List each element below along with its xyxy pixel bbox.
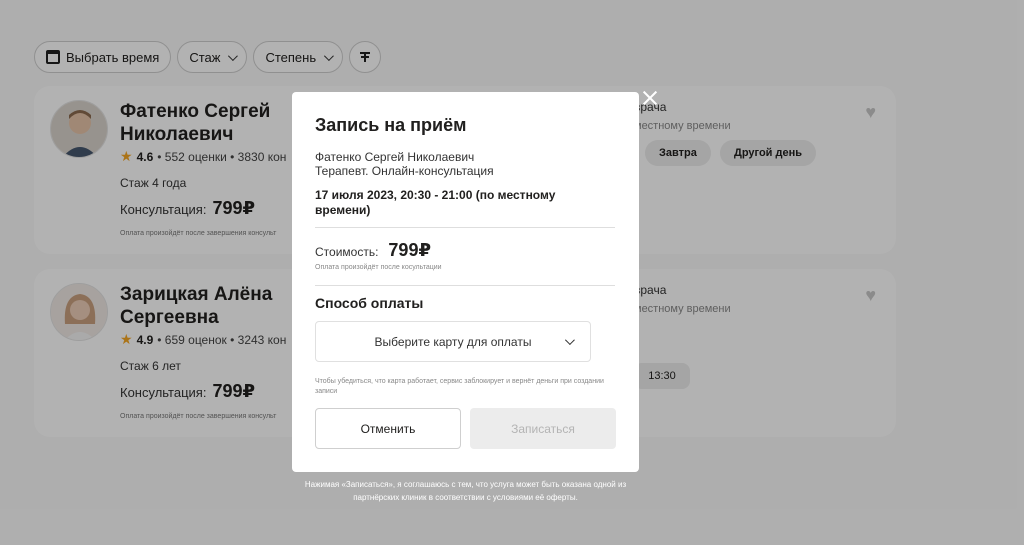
modal-cost: Стоимость: 799₽: [315, 240, 431, 261]
cost-note: Оплата произойдёт после косультации: [315, 264, 442, 271]
modal-title: Запись на приём: [315, 115, 467, 135]
submit-button[interactable]: Записаться: [470, 408, 616, 449]
modal-specialty: Терапевт. Онлайн-консультация: [315, 164, 494, 178]
modal-doctor-name: Фатенко Сергей Николаевич: [315, 150, 475, 164]
payment-method-title: Способ оплаты: [315, 295, 424, 311]
appointment-modal: Запись на приём Фатенко Сергей Николаеви…: [292, 92, 639, 472]
close-icon[interactable]: [641, 89, 659, 107]
divider: [315, 285, 615, 286]
chevron-down-icon: [564, 335, 575, 346]
cost-label: Стоимость:: [315, 245, 379, 259]
card-check-note: Чтобы убедиться, что карта работает, сер…: [315, 378, 604, 395]
card-select-label: Выберите карту для оплаты: [374, 334, 532, 349]
card-select-dropdown[interactable]: Выберите карту для оплаты: [315, 321, 591, 362]
cost-value: 799₽: [388, 240, 431, 260]
divider: [315, 227, 615, 228]
modal-datetime: 17 июля 2023, 20:30 - 21:00 (по местному…: [315, 188, 556, 217]
cancel-button[interactable]: Отменить: [315, 408, 461, 449]
legal-disclaimer: Нажимая «Записаться», я соглашаюсь с тем…: [304, 480, 627, 502]
